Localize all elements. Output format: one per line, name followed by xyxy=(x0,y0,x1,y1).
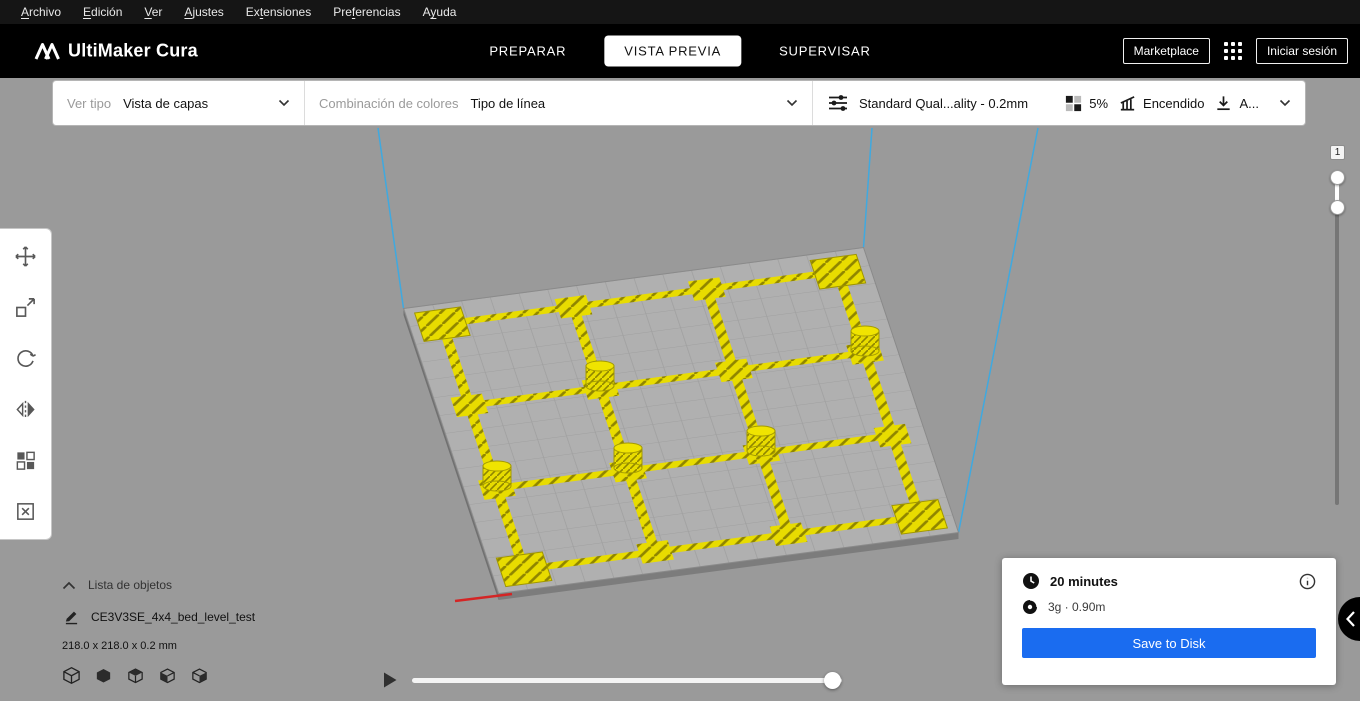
move-tool-icon xyxy=(15,246,36,267)
support-group: Encendido xyxy=(1118,94,1204,113)
menu-bar: Archivo Edición Ver Ajustes Extensiones … xyxy=(0,0,1360,24)
color-scheme-value: Tipo de línea xyxy=(470,95,546,111)
print-settings-summary[interactable]: Standard Qual...ality - 0.2mm 5% Encendi… xyxy=(813,81,1305,125)
profile-value: Standard Qual...ality - 0.2mm xyxy=(859,95,1029,111)
material-usage: 3g · 0.90m xyxy=(1048,600,1106,614)
print-summary-panel: 20 minutes 3g · 0.90m Save to Disk xyxy=(1002,558,1336,685)
marketplace-button[interactable]: Marketplace xyxy=(1122,38,1210,64)
menu-item-ayuda[interactable]: Ayuda xyxy=(412,0,468,24)
layer-slider-track[interactable] xyxy=(1335,172,1339,505)
timeline-slider[interactable] xyxy=(412,678,842,683)
support-blocker-icon xyxy=(17,503,34,520)
view-type-dropdown[interactable]: Ver tipo Vista de capas xyxy=(53,81,305,125)
header-right: Marketplace Iniciar sesión xyxy=(1122,38,1348,64)
support-icon xyxy=(1118,94,1137,113)
support-blocker-button[interactable] xyxy=(1,486,51,537)
scale-tool-button[interactable] xyxy=(1,282,51,333)
stage-nav: PREPARAR VISTA PREVIA SUPERVISAR xyxy=(469,35,891,67)
rotate-tool-button[interactable] xyxy=(1,333,51,384)
menu-item-ajustes[interactable]: Ajustes xyxy=(173,0,234,24)
info-icon[interactable] xyxy=(1299,573,1316,590)
tab-vista-previa[interactable]: VISTA PREVIA xyxy=(604,35,742,67)
rotate-tool-icon xyxy=(17,350,36,367)
layer-slider-handle-bottom[interactable] xyxy=(1330,200,1345,215)
sign-in-button[interactable]: Iniciar sesión xyxy=(1255,38,1348,64)
mirror-tool-button[interactable] xyxy=(1,384,51,435)
color-scheme-label: Combinación de colores xyxy=(319,95,459,111)
play-icon xyxy=(384,672,397,688)
object-list-toggle[interactable]: Lista de objetos xyxy=(62,578,255,592)
color-scheme-dropdown[interactable]: Combinación de colores Tipo de línea xyxy=(305,81,813,125)
view-type-value: Vista de capas xyxy=(123,95,209,111)
menu-item-archivo[interactable]: Archivo xyxy=(10,0,72,24)
per-model-settings-button[interactable] xyxy=(1,435,51,486)
adhesion-icon xyxy=(1214,94,1233,113)
view-front-icon[interactable] xyxy=(94,666,113,685)
logo-mark-icon xyxy=(34,42,60,60)
chevron-down-icon xyxy=(1279,99,1291,107)
object-name: CE3V3SE_4x4_bed_level_test xyxy=(91,610,256,624)
timeline-handle[interactable] xyxy=(824,672,841,689)
scale-tool-icon xyxy=(16,298,35,317)
layer-slider-handle-top[interactable] xyxy=(1330,170,1345,185)
object-list-item[interactable]: CE3V3SE_4x4_bed_level_test xyxy=(62,609,255,625)
apps-grid-icon[interactable] xyxy=(1223,42,1242,60)
view-right-icon[interactable] xyxy=(190,666,209,685)
play-button[interactable] xyxy=(380,670,400,690)
mirror-tool-icon xyxy=(16,400,35,419)
view-top-icon[interactable] xyxy=(126,666,145,685)
menu-item-preferencias[interactable]: Preferencias xyxy=(322,0,411,24)
camera-view-buttons xyxy=(62,666,255,685)
adhesion-value: A... xyxy=(1239,95,1259,111)
view-type-label: Ver tipo xyxy=(67,95,112,111)
infill-group: 5% xyxy=(1064,94,1108,113)
clock-icon xyxy=(1023,573,1039,589)
chevron-left-icon xyxy=(1345,611,1355,627)
per-model-settings-icon xyxy=(16,451,35,470)
infill-value: 5% xyxy=(1089,95,1109,111)
tool-panel xyxy=(0,228,52,540)
move-tool-button[interactable] xyxy=(1,231,51,282)
rename-pencil-icon xyxy=(65,611,78,625)
view-left-icon[interactable] xyxy=(158,666,177,685)
chevron-up-icon xyxy=(62,581,76,589)
menu-item-extensiones[interactable]: Extensiones xyxy=(235,0,322,24)
tab-supervisar[interactable]: SUPERVISAR xyxy=(759,36,891,67)
build-plate xyxy=(404,248,959,594)
print-time: 20 minutes xyxy=(1050,573,1118,589)
save-to-disk-button[interactable]: Save to Disk xyxy=(1022,628,1316,658)
sliders-icon xyxy=(827,92,849,114)
adhesion-group: A... xyxy=(1214,94,1259,113)
object-list-title: Lista de objetos xyxy=(88,578,173,592)
app-logo: UltiMaker Cura xyxy=(34,41,198,62)
view-toolbar: Ver tipo Vista de capas Combinación de c… xyxy=(52,80,1306,126)
object-list: Lista de objetos CE3V3SE_4x4_bed_level_t… xyxy=(62,578,255,685)
layer-number-badge[interactable]: 1 xyxy=(1330,145,1345,160)
app-title: UltiMaker Cura xyxy=(68,40,198,61)
infill-icon xyxy=(1064,94,1083,113)
support-value: Encendido xyxy=(1143,95,1205,111)
tab-preparar[interactable]: PREPARAR xyxy=(469,36,586,67)
app-header: UltiMaker Cura PREPARAR VISTA PREVIA SUP… xyxy=(0,24,1360,78)
chevron-down-icon xyxy=(278,99,290,107)
chevron-down-icon xyxy=(786,99,798,107)
material-spool-icon xyxy=(1023,599,1038,614)
object-dimensions: 218.0 x 218.0 x 0.2 mm xyxy=(62,640,177,652)
menu-item-edicion[interactable]: Edición xyxy=(72,0,133,24)
view-3d-icon[interactable] xyxy=(62,666,81,685)
menu-item-ver[interactable]: Ver xyxy=(133,0,173,24)
